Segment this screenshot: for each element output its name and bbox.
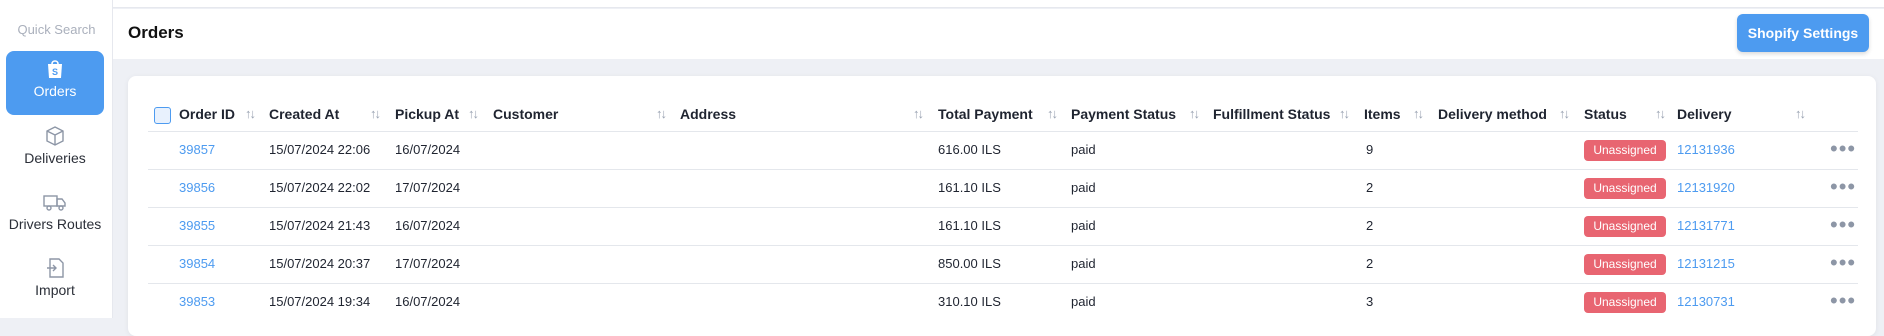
sidebar-item-label: Deliveries xyxy=(24,150,86,166)
top-bar xyxy=(113,0,1884,8)
status-badge: Unassigned xyxy=(1584,216,1666,237)
total-payment-cell: 310.10 ILS xyxy=(938,294,1001,309)
total-payment-cell: 161.10 ILS xyxy=(938,218,1001,233)
sort-icon[interactable]: ↑↓ xyxy=(913,106,924,121)
items-cell: 2 xyxy=(1366,180,1374,195)
items-cell: 2 xyxy=(1366,218,1374,233)
delivery-link[interactable]: 12130731 xyxy=(1677,294,1735,309)
status-badge: Unassigned xyxy=(1584,254,1666,275)
pickup-at-cell: 16/07/2024 xyxy=(395,294,461,309)
page-title: Orders xyxy=(128,23,184,42)
total-payment-cell: 850.00 ILS xyxy=(938,256,1001,271)
sidebar-item-label: Import xyxy=(35,282,75,298)
order-id-link[interactable]: 39854 xyxy=(179,256,215,271)
sort-icon[interactable]: ↑↓ xyxy=(1795,106,1806,121)
pickup-at-cell: 16/07/2024 xyxy=(395,142,461,157)
status-badge: Unassigned xyxy=(1584,178,1666,199)
order-id-link[interactable]: 39853 xyxy=(179,294,215,309)
sort-icon[interactable]: ↑↓ xyxy=(370,106,381,121)
column-header-fulfillment-status[interactable]: Fulfillment Status xyxy=(1213,106,1330,122)
total-payment-cell: 616.00 ILS xyxy=(938,142,1001,157)
created-at-cell: 15/07/2024 21:43 xyxy=(269,218,371,233)
sort-icon[interactable]: ↑↓ xyxy=(1047,106,1058,121)
delivery-link[interactable]: 12131920 xyxy=(1677,180,1735,195)
status-badge: Unassigned xyxy=(1584,140,1666,161)
created-at-cell: 15/07/2024 20:37 xyxy=(269,256,371,271)
column-header-pickup-at[interactable]: Pickup At xyxy=(395,106,459,122)
column-header-status[interactable]: Status xyxy=(1584,106,1627,122)
pickup-at-cell: 17/07/2024 xyxy=(395,180,461,195)
box-icon xyxy=(46,126,64,146)
row-divider xyxy=(148,207,1858,208)
sort-icon[interactable]: ↑↓ xyxy=(468,106,479,121)
more-actions-icon[interactable]: ••• xyxy=(1830,252,1856,274)
column-header-delivery-method[interactable]: Delivery method xyxy=(1438,106,1547,122)
column-header-items[interactable]: Items xyxy=(1364,106,1401,122)
items-cell: 9 xyxy=(1366,142,1374,157)
delivery-link[interactable]: 12131936 xyxy=(1677,142,1735,157)
payment-status-cell: paid xyxy=(1071,142,1096,157)
shopify-settings-button[interactable]: Shopify Settings xyxy=(1737,14,1869,52)
column-header-order-id[interactable]: Order ID xyxy=(179,106,235,122)
order-id-link[interactable]: 39856 xyxy=(179,180,215,195)
order-id-link[interactable]: 39855 xyxy=(179,218,215,233)
sort-icon[interactable]: ↑↓ xyxy=(1559,106,1570,121)
column-header-address[interactable]: Address xyxy=(680,106,736,122)
more-actions-icon[interactable]: ••• xyxy=(1830,176,1856,198)
created-at-cell: 15/07/2024 22:06 xyxy=(269,142,371,157)
delivery-link[interactable]: 12131771 xyxy=(1677,218,1735,233)
column-header-payment-status[interactable]: Payment Status xyxy=(1071,106,1176,122)
pickup-at-cell: 16/07/2024 xyxy=(395,218,461,233)
pickup-at-cell: 17/07/2024 xyxy=(395,256,461,271)
column-header-total-payment[interactable]: Total Payment xyxy=(938,106,1033,122)
row-divider xyxy=(148,245,1858,246)
total-payment-cell: 161.10 ILS xyxy=(938,180,1001,195)
more-actions-icon[interactable]: ••• xyxy=(1830,214,1856,236)
row-divider xyxy=(148,283,1858,284)
sidebar-item-drivers-routes[interactable]: Drivers Routes xyxy=(6,184,104,248)
payment-status-cell: paid xyxy=(1071,256,1096,271)
sort-icon[interactable]: ↑↓ xyxy=(245,106,256,121)
sidebar-item-label: Drivers Routes xyxy=(8,216,102,232)
created-at-cell: 15/07/2024 22:02 xyxy=(269,180,371,195)
sidebar-item-deliveries[interactable]: Deliveries xyxy=(6,118,104,182)
shopify-bag-icon: S xyxy=(48,60,62,78)
select-all-checkbox[interactable] xyxy=(154,107,171,124)
row-divider xyxy=(148,169,1858,170)
payment-status-cell: paid xyxy=(1071,218,1096,233)
items-cell: 2 xyxy=(1366,256,1374,271)
delivery-link[interactable]: 12131215 xyxy=(1677,256,1735,271)
sort-icon[interactable]: ↑↓ xyxy=(1413,106,1424,121)
column-header-created-at[interactable]: Created At xyxy=(269,106,339,122)
column-header-customer[interactable]: Customer xyxy=(493,106,558,122)
payment-status-cell: paid xyxy=(1071,294,1096,309)
order-id-link[interactable]: 39857 xyxy=(179,142,215,157)
sort-icon[interactable]: ↑↓ xyxy=(1339,106,1350,121)
sidebar-item-import[interactable]: Import xyxy=(6,250,104,314)
sidebar: Quick Search S Orders Deliveries Drivers… xyxy=(0,0,113,318)
svg-text:S: S xyxy=(52,67,58,77)
page-header: Orders Shopify Settings xyxy=(113,9,1884,59)
quick-search-label[interactable]: Quick Search xyxy=(0,22,113,37)
created-at-cell: 15/07/2024 19:34 xyxy=(269,294,371,309)
more-actions-icon[interactable]: ••• xyxy=(1830,290,1856,312)
sidebar-item-label: Orders xyxy=(33,83,77,99)
header-divider xyxy=(148,131,1858,132)
sidebar-item-orders[interactable]: S Orders xyxy=(6,51,104,115)
import-icon xyxy=(47,258,64,278)
sort-icon[interactable]: ↑↓ xyxy=(1189,106,1200,121)
payment-status-cell: paid xyxy=(1071,180,1096,195)
items-cell: 3 xyxy=(1366,294,1374,309)
sort-icon[interactable]: ↑↓ xyxy=(1655,106,1666,121)
sort-icon[interactable]: ↑↓ xyxy=(656,106,667,121)
more-actions-icon[interactable]: ••• xyxy=(1830,138,1856,160)
status-badge: Unassigned xyxy=(1584,292,1666,313)
column-header-delivery[interactable]: Delivery xyxy=(1677,106,1731,122)
truck-icon xyxy=(43,195,66,211)
